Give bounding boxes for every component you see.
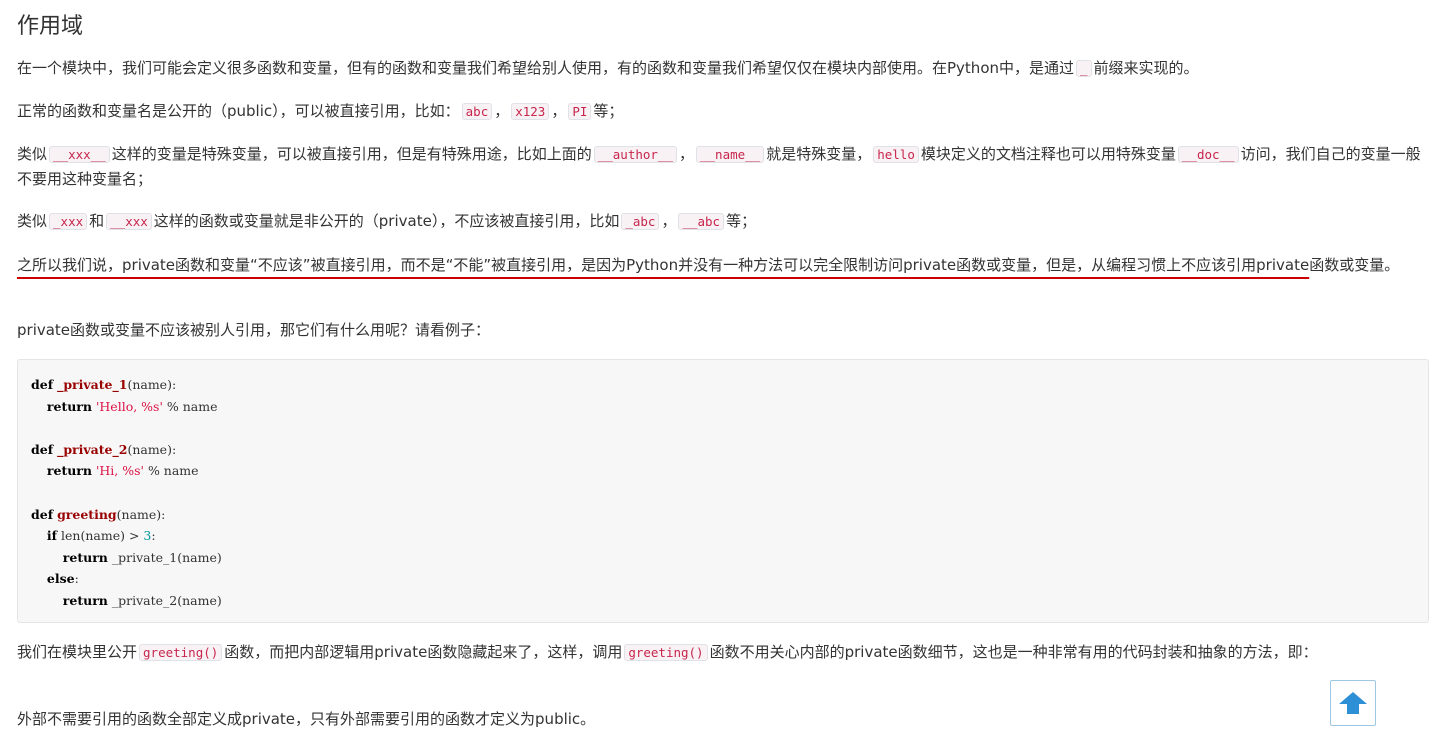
code-block: def _private_1(name): return 'Hello, %s'… [17,359,1429,623]
inline-code: __author__ [593,146,677,163]
back-to-top-button[interactable] [1330,680,1376,726]
inline-code: greeting() [139,644,223,661]
paragraph-explanation: 我们在模块里公开 greeting() 函数，而把内部逻辑用private函数隐藏起… [17,643,1318,661]
paragraph-example-lead: private函数或变量不应该被别人引用，那它们有什么用呢？请看例子： [17,321,491,339]
paragraph-intro: 在一个模块中，我们可能会定义很多函数和变量，但有的函数和变量我们希望给别人使用，… [17,59,1199,77]
paragraph-special-vars: 类似 __xxx__ 这样的变量是特殊变量，可以被直接引用，但是有特殊用途，比如上面… [17,145,1421,188]
inline-code: __xxx [106,213,152,230]
inline-code: __xxx__ [49,146,110,163]
inline-code: greeting() [624,644,708,661]
inline-code: hello [873,146,919,163]
inline-code: _ [1076,60,1092,77]
paragraph-private: 类似 _xxx 和 __xxx 这样的函数或变量就是非公开的（private），不应该被… [17,212,757,230]
arrow-up-icon [1339,692,1367,714]
inline-code: abc [461,103,493,120]
inline-code: __name__ [696,146,765,163]
inline-code: PI [568,103,592,120]
paragraph-public: 正常的函数和变量名是公开的（public），可以被直接引用，比如： abc， x12… [17,102,624,120]
inline-code: x123 [511,103,550,120]
inline-code: __abc [678,213,725,230]
red-underlined-text: 之所以我们说，private函数和变量“不应该”被直接引用，而不是“不能”被直接… [17,256,1310,274]
section-title: 作用域 [17,14,84,39]
inline-code: _xxx [49,213,88,230]
inline-code: __doc__ [1177,146,1239,163]
paragraph-conclusion: 外部不需要引用的函数全部定义成private，只有外部需要引用的函数才定义为pu… [17,710,596,728]
paragraph-should-not: 之所以我们说，private函数和变量“不应该”被直接引用，而不是“不能”被直接… [17,256,1400,274]
inline-code: _abc [621,213,660,230]
